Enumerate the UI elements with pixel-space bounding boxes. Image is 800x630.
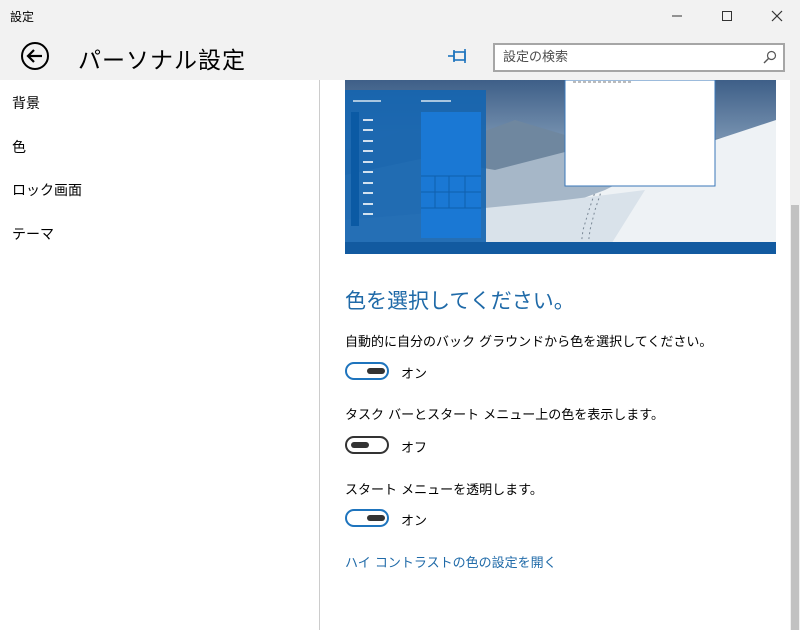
maximize-button[interactable] (704, 0, 750, 32)
app-title: 設定 (10, 10, 35, 24)
scrollbar[interactable] (790, 80, 800, 630)
auto-color-toggle[interactable] (345, 362, 389, 380)
toggle-state-transparency: オン (401, 514, 428, 529)
title-bar: 設定 (0, 0, 800, 32)
toggle-state-taskbar-color: オフ (401, 441, 428, 456)
pin-icon (448, 49, 466, 63)
sidebar: 背景 色 ロック画面 テーマ (0, 80, 320, 630)
close-icon (771, 10, 783, 22)
toggle-knob (367, 368, 385, 374)
search-box[interactable] (493, 43, 785, 72)
sidebar-item-colors[interactable]: 色 (12, 137, 26, 157)
sidebar-item-lock-screen[interactable]: ロック画面 (12, 180, 82, 200)
page-title: パーソナル設定 (78, 48, 246, 74)
minimize-button[interactable] (654, 0, 700, 32)
main-content: 色を選択してください。 自動的に自分のバック グラウンドから色を選択してください… (321, 80, 800, 630)
transparency-toggle[interactable] (345, 509, 389, 527)
toggle-knob (367, 515, 385, 521)
scrollbar-thumb[interactable] (791, 205, 799, 630)
close-button[interactable] (754, 0, 800, 32)
high-contrast-settings-link[interactable]: ハイ コントラストの色の設定を開く (345, 552, 557, 571)
toggle-state-auto-color: オン (401, 367, 428, 382)
maximize-icon (722, 11, 732, 21)
section-title: 色を選択してください。 (345, 289, 575, 313)
pin-to-start-button[interactable] (446, 46, 472, 66)
sidebar-item-themes[interactable]: テーマ (12, 224, 54, 244)
page-header: パーソナル設定 (0, 32, 800, 80)
theme-preview-image (345, 80, 776, 254)
taskbar-color-toggle[interactable] (345, 436, 389, 454)
back-arrow-icon (21, 42, 49, 70)
minimize-icon (672, 15, 682, 17)
toggle-knob (351, 442, 369, 448)
back-button[interactable] (20, 41, 50, 71)
setting-label-transparency: スタート メニューを透明します。 (345, 483, 543, 498)
search-icon[interactable] (763, 50, 777, 64)
setting-label-auto-color: 自動的に自分のバック グラウンドから色を選択してください。 (345, 335, 713, 350)
desktop-preview-illustration (345, 80, 776, 254)
search-input[interactable] (503, 45, 753, 70)
setting-label-taskbar-color: タスク バーとスタート メニュー上の色を表示します。 (345, 408, 664, 423)
sidebar-item-background[interactable]: 背景 (12, 93, 40, 113)
